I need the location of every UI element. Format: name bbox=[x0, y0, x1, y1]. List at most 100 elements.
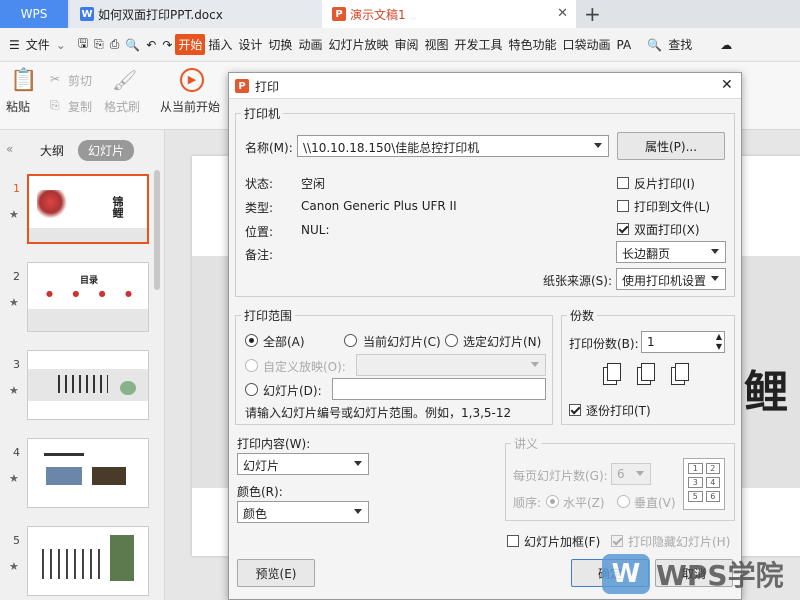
collapse-panel-icon[interactable]: « bbox=[6, 142, 13, 156]
slide-panel: « 大纲 幻灯片 1 ★ 锦鲤 2 ★ 目录 ● ● ● ● 3 ★ 4 ★ 5 ★ bbox=[0, 130, 165, 600]
frame-slides-checkbox[interactable] bbox=[507, 535, 519, 547]
menu-file[interactable]: 文件 bbox=[23, 36, 53, 53]
copy-button[interactable]: 复制 bbox=[68, 98, 92, 115]
order-horizontal-label[interactable]: 水平(Z) bbox=[563, 494, 605, 511]
slide-thumbnail-5[interactable] bbox=[27, 526, 149, 596]
duplex-mode-select[interactable]: 长边翻页 bbox=[616, 241, 726, 263]
paste-button[interactable]: 粘贴 bbox=[6, 98, 30, 115]
search-icon[interactable]: 🔍 bbox=[644, 38, 665, 52]
collate-checkbox[interactable] bbox=[569, 404, 581, 416]
print-to-file-label[interactable]: 打印到文件(L) bbox=[634, 198, 710, 215]
dialog-titlebar: P 打印 ✕ bbox=[229, 73, 741, 99]
export-icon[interactable]: ⎘ bbox=[91, 37, 107, 52]
collate-label[interactable]: 逐份打印(T) bbox=[586, 402, 651, 419]
koi-image bbox=[37, 190, 71, 220]
preview-button[interactable]: 预览(E) bbox=[237, 559, 315, 587]
duplex-print-checkbox[interactable] bbox=[617, 223, 629, 235]
copies-input[interactable]: 1 ▲ ▼ bbox=[641, 331, 725, 353]
content-select[interactable]: 幻灯片 bbox=[237, 453, 369, 475]
print-dialog: P 打印 ✕ 打印机 名称(M): \\10.10.18.150\佳能总控打印机… bbox=[228, 72, 742, 600]
slide-thumbnail-3[interactable] bbox=[27, 350, 149, 420]
slide-thumbnail-2[interactable]: 目录 ● ● ● ● bbox=[27, 262, 149, 332]
new-tab-icon[interactable]: + bbox=[584, 2, 601, 26]
print-preview-icon[interactable]: 🔍 bbox=[122, 38, 143, 52]
menu-animations[interactable]: 动画 bbox=[295, 36, 325, 53]
menu-features[interactable]: 特色功能 bbox=[506, 36, 560, 53]
menu-design[interactable]: 设计 bbox=[235, 36, 265, 53]
undo-icon[interactable]: ↶ bbox=[143, 38, 159, 52]
per-page-select[interactable]: 6 bbox=[611, 463, 651, 485]
range-selected-radio[interactable] bbox=[445, 334, 458, 347]
star-icon: ★ bbox=[9, 560, 19, 573]
menu-insert[interactable]: 插入 bbox=[205, 36, 235, 53]
hamburger-icon[interactable]: ☰ bbox=[6, 38, 23, 52]
menu-search[interactable]: 查找 bbox=[665, 36, 695, 53]
reverse-print-checkbox[interactable] bbox=[617, 177, 629, 189]
paper-source-select[interactable]: 使用打印机设置 bbox=[616, 268, 726, 290]
panel-scrollbar[interactable] bbox=[154, 170, 160, 290]
menu-view[interactable]: 视图 bbox=[421, 36, 451, 53]
paste-icon[interactable]: 📋 bbox=[10, 68, 37, 93]
range-current-label[interactable]: 当前幻灯片(C) bbox=[363, 333, 441, 350]
order-vertical-label[interactable]: 垂直(V) bbox=[634, 494, 676, 511]
play-icon[interactable]: ▶ bbox=[180, 68, 204, 92]
menu-pa[interactable]: PA bbox=[614, 38, 635, 52]
print-icon[interactable]: ⎙ bbox=[107, 37, 123, 52]
duplex-print-label[interactable]: 双面打印(X) bbox=[634, 221, 700, 238]
reverse-print-label[interactable]: 反片打印(I) bbox=[634, 175, 695, 192]
print-hidden-checkbox[interactable] bbox=[611, 535, 623, 547]
save-icon[interactable]: 🖫 bbox=[75, 34, 91, 55]
slide-range-input[interactable] bbox=[332, 378, 546, 400]
cut-button[interactable]: 剪切 bbox=[68, 72, 92, 89]
frame-slides-label[interactable]: 幻灯片加框(F) bbox=[524, 533, 600, 550]
range-custom-radio[interactable] bbox=[245, 359, 258, 372]
range-current-radio[interactable] bbox=[344, 334, 357, 347]
redo-icon[interactable]: ↷ bbox=[159, 38, 175, 52]
stepper-icon[interactable]: ▲ ▼ bbox=[716, 332, 722, 352]
order-vertical-radio[interactable] bbox=[617, 495, 630, 508]
slide-thumbnail-4[interactable] bbox=[27, 438, 149, 508]
format-painter-button[interactable]: 格式刷 bbox=[104, 98, 140, 115]
chevron-down-icon bbox=[594, 143, 602, 148]
tab-outline[interactable]: 大纲 bbox=[40, 142, 64, 159]
printer-name-select[interactable]: \\10.10.18.150\佳能总控打印机 bbox=[297, 135, 609, 157]
range-slides-label[interactable]: 幻灯片(D): bbox=[263, 382, 322, 399]
cut-icon: ✂ bbox=[50, 72, 61, 86]
tab-presentation[interactable]: P 演示文稿1 ✕ bbox=[322, 0, 576, 28]
range-all-radio[interactable] bbox=[245, 334, 258, 347]
menu-home[interactable]: 开始 bbox=[175, 34, 206, 55]
tab-slides[interactable]: 幻灯片 bbox=[78, 140, 135, 161]
thumbnail-title: 锦鲤 bbox=[111, 196, 124, 218]
status-value: 空闲 bbox=[301, 177, 326, 191]
from-current-button[interactable]: 从当前开始 bbox=[160, 98, 220, 115]
cloud-icon[interactable]: ☁ bbox=[717, 38, 735, 52]
wps-logo-icon: W bbox=[602, 554, 650, 594]
properties-button[interactable]: 属性(P)... bbox=[617, 132, 725, 160]
print-range-title: 打印范围 bbox=[241, 307, 296, 324]
close-dialog-icon[interactable]: ✕ bbox=[721, 77, 733, 93]
menu-transitions[interactable]: 切换 bbox=[265, 36, 295, 53]
tab-presentation-label: 演示文稿1 bbox=[350, 7, 406, 22]
chevron-down-icon bbox=[354, 461, 362, 466]
close-tab-icon[interactable]: ✕ bbox=[557, 6, 568, 21]
tab-document[interactable]: W 如何双面打印PPT.docx bbox=[70, 0, 322, 28]
menu-review[interactable]: 审阅 bbox=[391, 36, 421, 53]
color-select[interactable]: 颜色 bbox=[237, 501, 369, 523]
chevron-down-icon bbox=[636, 471, 644, 476]
tab-wps-home[interactable]: WPS bbox=[0, 0, 68, 28]
paper-source-label: 纸张来源(S): bbox=[543, 274, 613, 288]
order-horizontal-radio[interactable] bbox=[546, 495, 559, 508]
range-custom-label[interactable]: 自定义放映(O): bbox=[263, 358, 346, 375]
print-to-file-checkbox[interactable] bbox=[617, 200, 629, 212]
slide-thumbnail-1[interactable]: 锦鲤 bbox=[27, 174, 149, 244]
chevron-down-icon[interactable]: ⌄ bbox=[53, 38, 69, 52]
menu-developer[interactable]: 开发工具 bbox=[452, 36, 506, 53]
custom-show-select[interactable] bbox=[356, 354, 546, 376]
lotus-image bbox=[120, 381, 136, 395]
range-slides-radio[interactable] bbox=[245, 383, 258, 396]
range-all-label[interactable]: 全部(A) bbox=[263, 333, 305, 350]
menu-pocket-animation[interactable]: 口袋动画 bbox=[560, 36, 614, 53]
printer-name-label: 名称(M): bbox=[245, 141, 293, 155]
range-selected-label[interactable]: 选定幻灯片(N) bbox=[463, 333, 541, 350]
menu-slideshow[interactable]: 幻灯片放映 bbox=[325, 36, 391, 53]
